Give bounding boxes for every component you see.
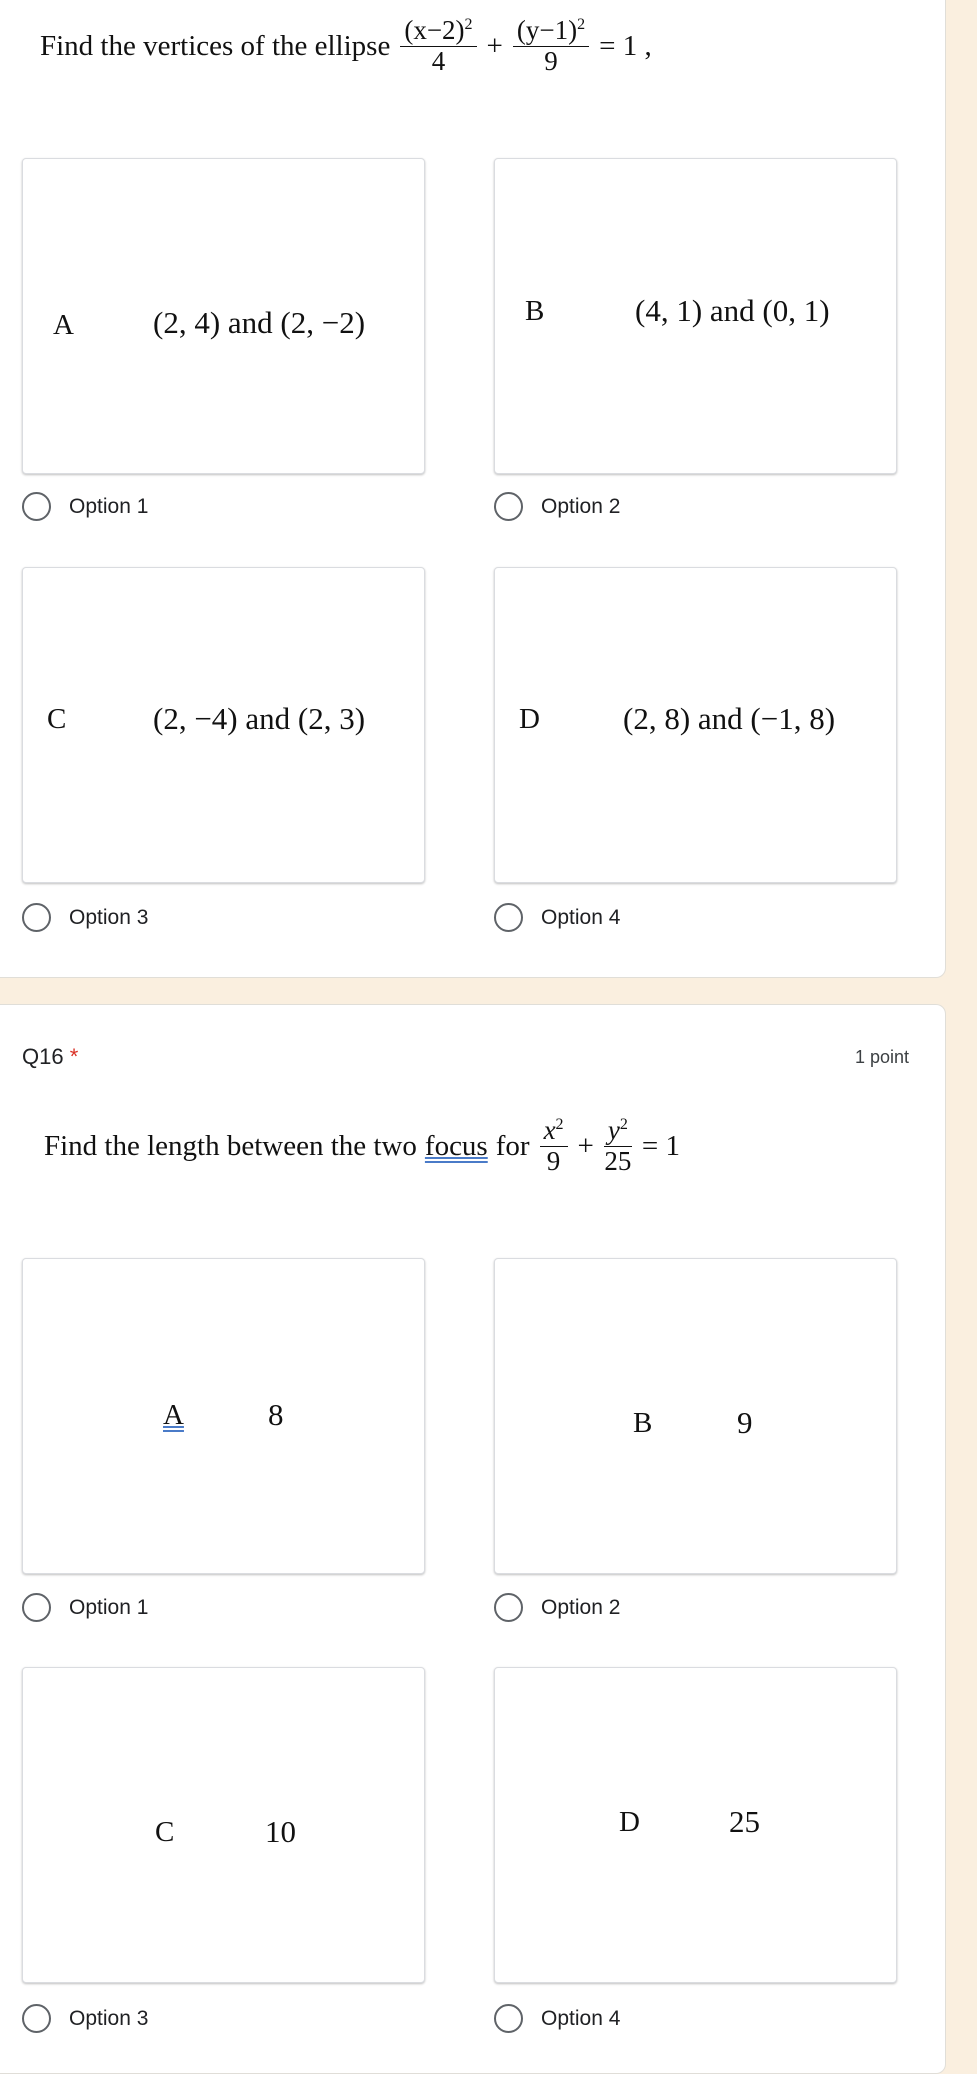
fraction: y2 25	[603, 1115, 632, 1176]
radio-label: Option 1	[69, 494, 149, 518]
radio-label: Option 2	[541, 494, 621, 518]
plus-sign: +	[486, 29, 503, 62]
radio-circle-icon[interactable]	[494, 2004, 523, 2033]
radio-circle-icon[interactable]	[494, 1593, 523, 1622]
option-value: (2, −4) and (2, 3)	[153, 701, 366, 736]
question-label: Find the vertices of the ellipse	[40, 29, 391, 62]
numerator: y	[607, 1115, 620, 1145]
option-value: 8	[268, 1397, 284, 1432]
option-value: (2, 4) and (2, −2)	[153, 305, 366, 340]
question-label: for	[495, 1129, 530, 1162]
radio-circle-icon[interactable]	[494, 492, 523, 521]
option-value: (4, 1) and (0, 1)	[635, 293, 830, 328]
radio-circle-icon[interactable]	[22, 492, 51, 521]
radio-option-1[interactable]: Option 1	[22, 1593, 148, 1622]
option-image-d[interactable]: D 25	[494, 1667, 897, 1983]
question-text: Find the vertices of the ellipse (x−2)2 4…	[40, 15, 652, 76]
option-letter: C	[155, 1816, 175, 1848]
option-image-c[interactable]: C (2, −4) and (2, 3)	[22, 567, 425, 883]
option-image-b[interactable]: B (4, 1) and (0, 1)	[494, 158, 897, 474]
fraction: (x−2)2 4	[400, 15, 477, 76]
option-letter: C	[47, 703, 67, 735]
radio-circle-icon[interactable]	[22, 1593, 51, 1622]
radio-label: Option 3	[69, 2006, 149, 2030]
exponent: 2	[555, 1116, 564, 1133]
question-label: Find the length between the two	[44, 1129, 417, 1162]
radio-circle-icon[interactable]	[494, 903, 523, 932]
radio-option-3[interactable]: Option 3	[22, 903, 148, 932]
numerator: (y−1)	[516, 15, 578, 45]
radio-circle-icon[interactable]	[22, 2004, 51, 2033]
numerator: (x−2)	[404, 15, 465, 45]
radio-option-3[interactable]: Option 3	[22, 2004, 148, 2033]
exponent: 2	[577, 16, 586, 33]
denominator: 9	[546, 1145, 561, 1176]
option-image-a[interactable]: A (2, 4) and (2, −2)	[22, 158, 425, 474]
option-letter: D	[619, 1806, 640, 1838]
option-image-a[interactable]: A8	[22, 1258, 425, 1574]
option-letter: A	[53, 309, 74, 341]
question-number-label: Q16	[22, 1044, 64, 1069]
option-value: 25	[729, 1804, 760, 1839]
equation-rhs: = 1	[641, 1129, 680, 1162]
option-image-d[interactable]: D (2, 8) and (−1, 8)	[494, 567, 897, 883]
question-number: Q16 *	[22, 1044, 78, 1070]
radio-option-4[interactable]: Option 4	[494, 903, 620, 932]
fraction: (y−1)2 9	[512, 15, 590, 76]
option-value: 9	[737, 1405, 753, 1440]
option-letter: D	[519, 703, 540, 735]
radio-label: Option 1	[69, 1595, 149, 1619]
fraction: x2 9	[539, 1115, 568, 1176]
option-image-b[interactable]: B9	[494, 1258, 897, 1574]
plus-sign: +	[577, 1129, 594, 1162]
exponent: 2	[619, 1116, 628, 1133]
denominator: 25	[604, 1145, 632, 1176]
exponent: 2	[464, 16, 473, 33]
radio-label: Option 2	[541, 1595, 621, 1619]
equation-rhs: = 1 ,	[599, 29, 652, 62]
required-asterisk: *	[69, 1044, 79, 1069]
option-letter: B	[525, 295, 545, 327]
option-value: (2, 8) and (−1, 8)	[623, 701, 836, 736]
radio-option-2[interactable]: Option 2	[494, 492, 620, 521]
numerator: x	[543, 1115, 556, 1145]
option-value: 10	[265, 1814, 296, 1849]
radio-circle-icon[interactable]	[22, 903, 51, 932]
option-image-c[interactable]: C 10	[22, 1667, 425, 1983]
points-label: 1 point	[854, 1047, 909, 1067]
spellcheck-word: focus	[424, 1129, 488, 1162]
radio-label: Option 4	[541, 905, 621, 929]
radio-option-1[interactable]: Option 1	[22, 492, 148, 521]
question-text: Find the length between the two focus fo…	[44, 1115, 680, 1176]
radio-option-4[interactable]: Option 4	[494, 2004, 620, 2033]
option-letter: A	[163, 1399, 184, 1431]
radio-option-2[interactable]: Option 2	[494, 1593, 620, 1622]
radio-label: Option 3	[69, 905, 149, 929]
option-letter: B	[633, 1407, 653, 1439]
radio-label: Option 4	[541, 2006, 621, 2030]
denominator: 9	[544, 45, 558, 76]
denominator: 4	[431, 45, 446, 76]
